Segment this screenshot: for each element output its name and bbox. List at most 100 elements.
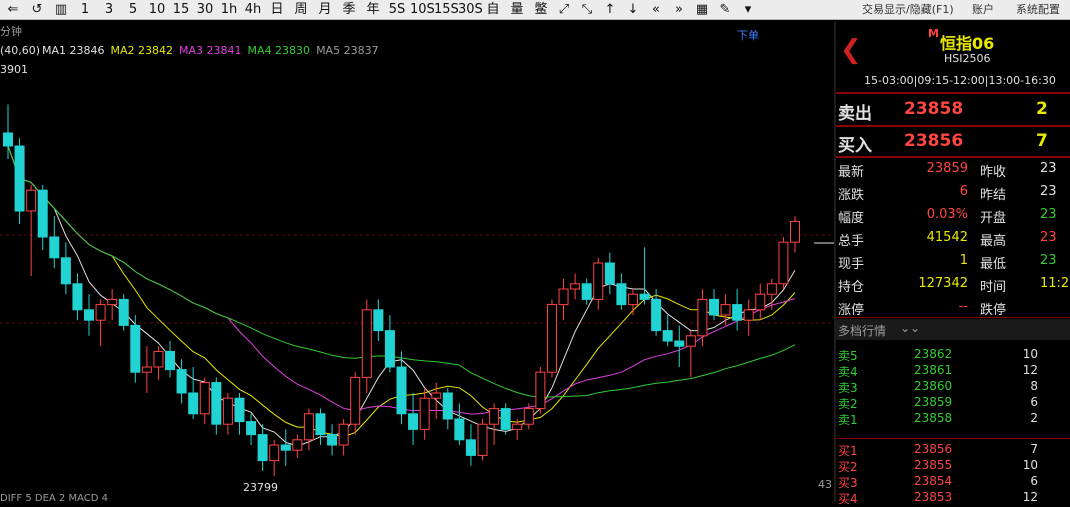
candle-body[interactable] bbox=[708, 298, 719, 316]
kline-chart[interactable]: 分钟 (40,60) MA1 23846 MA2 23842 MA3 23841 MA… bbox=[0, 21, 835, 504]
candle-body[interactable] bbox=[165, 350, 176, 371]
candle-body[interactable] bbox=[790, 220, 800, 243]
candle-body[interactable] bbox=[616, 283, 627, 306]
candle-body[interactable] bbox=[743, 309, 754, 321]
collapse-icon[interactable]: ⤡ bbox=[577, 0, 597, 20]
candle-body[interactable] bbox=[720, 304, 731, 316]
period-9[interactable]: 周 bbox=[290, 0, 312, 20]
candle-body[interactable] bbox=[384, 330, 395, 368]
candle-body[interactable] bbox=[60, 257, 71, 285]
candle-body[interactable] bbox=[188, 392, 199, 415]
candle-body[interactable] bbox=[176, 369, 187, 394]
kline-canvas[interactable] bbox=[0, 21, 835, 502]
period-17[interactable]: 自 bbox=[482, 0, 504, 20]
chart-icon[interactable]: ▥ bbox=[50, 0, 72, 20]
candle-body[interactable] bbox=[500, 408, 511, 430]
candle-body[interactable] bbox=[570, 283, 581, 290]
period-16[interactable]: 30S bbox=[458, 0, 483, 20]
depth-header[interactable]: 多档行情 ⌄⌄ bbox=[836, 319, 1070, 340]
candle-body[interactable] bbox=[118, 298, 129, 326]
period-14[interactable]: 10S bbox=[410, 0, 435, 20]
candle-body[interactable] bbox=[303, 413, 314, 441]
candle-body[interactable] bbox=[141, 366, 152, 373]
toolbar-right-1[interactable]: 账户 bbox=[972, 0, 994, 20]
period-8[interactable]: 日 bbox=[266, 0, 288, 20]
up-icon[interactable]: ↑ bbox=[600, 0, 620, 20]
toolbar-right-2[interactable]: 系统配置 bbox=[1016, 0, 1060, 20]
candle-body[interactable] bbox=[546, 304, 557, 373]
period-3[interactable]: 10 bbox=[146, 0, 168, 20]
candle-body[interactable] bbox=[523, 408, 534, 425]
candle-body[interactable] bbox=[3, 132, 13, 147]
candle-body[interactable] bbox=[512, 423, 523, 430]
fullscreen-icon[interactable]: ⤢ bbox=[554, 0, 574, 20]
period-10[interactable]: 月 bbox=[314, 0, 336, 20]
candle-body[interactable] bbox=[153, 350, 164, 368]
period-6[interactable]: 1h bbox=[218, 0, 240, 20]
back-icon[interactable]: ⇐ bbox=[2, 0, 24, 20]
candle-body[interactable] bbox=[465, 439, 476, 456]
candle-body[interactable] bbox=[14, 145, 25, 212]
candle-body[interactable] bbox=[627, 293, 638, 306]
candle-body[interactable] bbox=[269, 444, 280, 462]
candle-body[interactable] bbox=[130, 324, 141, 373]
candle-body[interactable] bbox=[338, 423, 349, 446]
period-2[interactable]: 5 bbox=[122, 0, 144, 20]
down-icon[interactable]: ↓ bbox=[623, 0, 643, 20]
candle-body[interactable] bbox=[408, 413, 419, 430]
candle-body[interactable] bbox=[199, 382, 210, 415]
period-12[interactable]: 年 bbox=[362, 0, 384, 20]
candle-body[interactable] bbox=[732, 304, 743, 321]
period-15[interactable]: 15S bbox=[434, 0, 459, 20]
forward-icon[interactable]: » bbox=[669, 0, 689, 20]
candle-body[interactable] bbox=[95, 304, 106, 321]
candle-body[interactable] bbox=[651, 298, 662, 332]
candle-body[interactable] bbox=[454, 418, 465, 441]
period-4[interactable]: 15 bbox=[170, 0, 192, 20]
candle-body[interactable] bbox=[581, 283, 592, 300]
candle-body[interactable] bbox=[49, 236, 60, 259]
period-7[interactable]: 4h bbox=[242, 0, 264, 20]
candle-body[interactable] bbox=[315, 413, 326, 436]
candle-body[interactable] bbox=[662, 330, 673, 342]
candle-body[interactable] bbox=[26, 189, 37, 212]
order-button[interactable]: 下单 bbox=[737, 27, 759, 43]
period-11[interactable]: 季 bbox=[338, 0, 360, 20]
candle-body[interactable] bbox=[604, 262, 615, 285]
candle-body[interactable] bbox=[37, 189, 48, 238]
candle-body[interactable] bbox=[84, 309, 95, 321]
candle-body[interactable] bbox=[246, 421, 257, 436]
candle-body[interactable] bbox=[697, 298, 708, 337]
candle-body[interactable] bbox=[107, 298, 118, 306]
candle-body[interactable] bbox=[327, 434, 338, 446]
candle-body[interactable] bbox=[361, 309, 372, 378]
candle-body[interactable] bbox=[419, 397, 430, 430]
candle-body[interactable] bbox=[211, 382, 222, 425]
period-19[interactable]: 鳖 bbox=[530, 0, 552, 20]
candle-body[interactable] bbox=[685, 335, 696, 347]
candle-body[interactable] bbox=[373, 309, 384, 332]
candle-body[interactable] bbox=[778, 241, 789, 285]
refresh-icon[interactable]: ↺ bbox=[26, 0, 48, 20]
candle-body[interactable] bbox=[477, 423, 488, 456]
layout-icon[interactable]: ▦ bbox=[692, 0, 712, 20]
period-0[interactable]: 1 bbox=[74, 0, 96, 20]
period-5[interactable]: 30 bbox=[194, 0, 216, 20]
candle-body[interactable] bbox=[593, 262, 604, 300]
back-arrow-icon[interactable]: ❮ bbox=[840, 35, 862, 65]
candle-body[interactable] bbox=[396, 366, 407, 415]
candle-body[interactable] bbox=[234, 397, 245, 423]
candle-body[interactable] bbox=[489, 408, 500, 425]
candle-body[interactable] bbox=[639, 293, 650, 300]
candle-body[interactable] bbox=[558, 288, 569, 306]
candle-body[interactable] bbox=[674, 340, 685, 347]
candle-body[interactable] bbox=[350, 376, 361, 425]
toolbar-right-0[interactable]: 交易显示/隐藏(F1) bbox=[862, 0, 954, 20]
candle-body[interactable] bbox=[292, 439, 303, 451]
period-1[interactable]: 3 bbox=[98, 0, 120, 20]
more-icon[interactable]: ▾ bbox=[738, 0, 758, 20]
period-13[interactable]: 5S bbox=[386, 0, 408, 20]
candle-body[interactable] bbox=[72, 283, 83, 311]
period-18[interactable]: 量 bbox=[506, 0, 528, 20]
rewind-icon[interactable]: « bbox=[646, 0, 666, 20]
